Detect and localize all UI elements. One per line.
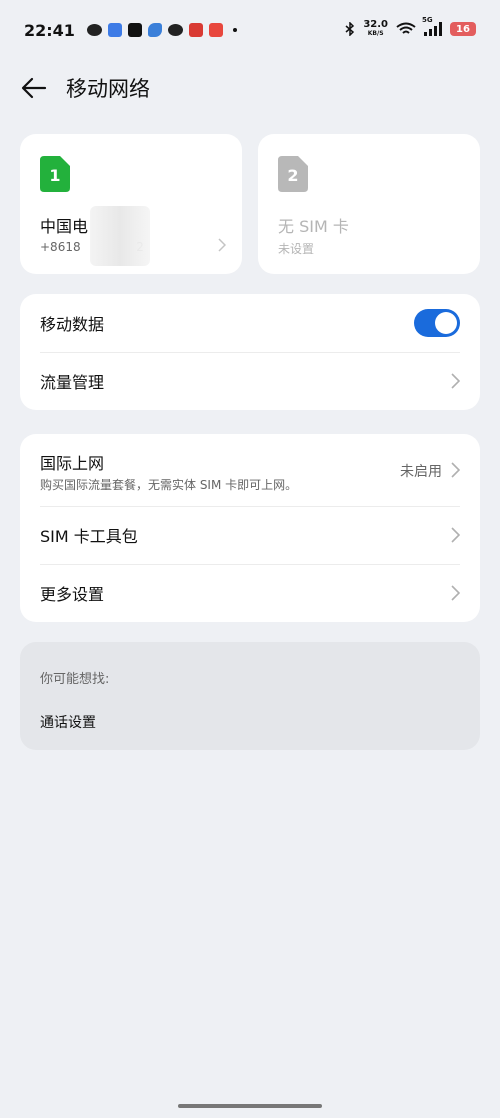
signal-group: 5G	[422, 16, 442, 36]
international-roaming-description: 购买国际流量套餐，无需实体 SIM 卡即可上网。	[40, 478, 298, 492]
traffic-management-label: 流量管理	[40, 373, 105, 392]
international-roaming-row[interactable]: 国际上网 购买国际流量套餐，无需实体 SIM 卡即可上网。 未启用	[20, 434, 480, 506]
wechat-icon	[167, 24, 183, 36]
status-indicators: 32.0 KB/S 5G 16	[345, 16, 476, 38]
mobile-data-group: 移动数据 流量管理	[20, 294, 480, 410]
mobile-data-row[interactable]: 移动数据	[20, 294, 480, 352]
more-notifications-dot	[232, 28, 237, 32]
redaction-blur	[90, 206, 150, 266]
sim-2-number: 未设置	[278, 242, 315, 256]
toggle-knob	[435, 312, 457, 334]
back-arrow-icon[interactable]	[20, 74, 48, 102]
battery-icon: 16	[450, 22, 476, 36]
sim-card-1[interactable]: 1 中国电 +8618 2	[20, 134, 242, 274]
bluetooth-icon	[345, 22, 355, 36]
traffic-management-row[interactable]: 流量管理	[20, 352, 480, 410]
app-notification-icon	[107, 23, 122, 37]
home-indicator[interactable]	[178, 1104, 322, 1108]
international-roaming-label: 国际上网	[40, 454, 105, 473]
sim-1-icon: 1	[40, 156, 70, 192]
suggestions-card: 你可能想找: 通话设置	[20, 642, 480, 750]
chevron-right-icon	[451, 527, 460, 543]
video-app-icon	[208, 23, 223, 37]
international-roaming-status: 未启用	[400, 464, 442, 480]
more-settings-label: 更多设置	[40, 585, 105, 604]
chevron-right-icon	[451, 373, 460, 389]
sim-1-slot: 1	[49, 166, 60, 185]
more-settings-row[interactable]: 更多设置	[20, 564, 480, 622]
call-settings-link[interactable]: 通话设置	[40, 712, 96, 732]
header: 移动网络	[20, 72, 150, 104]
suggestions-title: 你可能想找:	[40, 672, 110, 687]
sim-2-slot: 2	[287, 166, 298, 185]
wifi-icon	[396, 22, 416, 34]
notification-icons	[86, 23, 237, 37]
sim-toolkit-row[interactable]: SIM 卡工具包	[20, 506, 480, 564]
chevron-right-icon	[218, 238, 226, 252]
tiktok-icon	[127, 23, 142, 37]
news-app-icon	[188, 23, 203, 37]
sim-2-status: 无 SIM 卡	[278, 217, 349, 236]
chevron-right-icon	[451, 462, 460, 478]
network-settings-group: 国际上网 购买国际流量套餐，无需实体 SIM 卡即可上网。 未启用 SIM 卡工…	[20, 434, 480, 622]
sim-1-carrier: 中国电	[40, 217, 89, 236]
chevron-right-icon	[451, 585, 460, 601]
sim-card-2[interactable]: 2 无 SIM 卡 未设置	[258, 134, 480, 274]
mobile-data-label: 移动数据	[40, 315, 105, 334]
mobile-data-toggle[interactable]	[414, 309, 460, 337]
sim-2-icon: 2	[278, 156, 308, 192]
status-bar: 22:41 32.0 KB/S 5G 16	[0, 0, 500, 60]
signal-icon	[424, 22, 442, 36]
page-title: 移动网络	[66, 77, 150, 101]
speed-unit: KB/S	[367, 30, 384, 37]
wechat-icon	[86, 24, 102, 36]
status-time: 22:41	[24, 20, 75, 40]
sim-1-number-prefix: +8618	[40, 240, 81, 254]
battery-level: 16	[456, 23, 470, 35]
network-speed: 32.0 KB/S	[363, 20, 388, 38]
bird-app-icon	[147, 23, 162, 37]
sim-toolkit-label: SIM 卡工具包	[40, 527, 138, 546]
